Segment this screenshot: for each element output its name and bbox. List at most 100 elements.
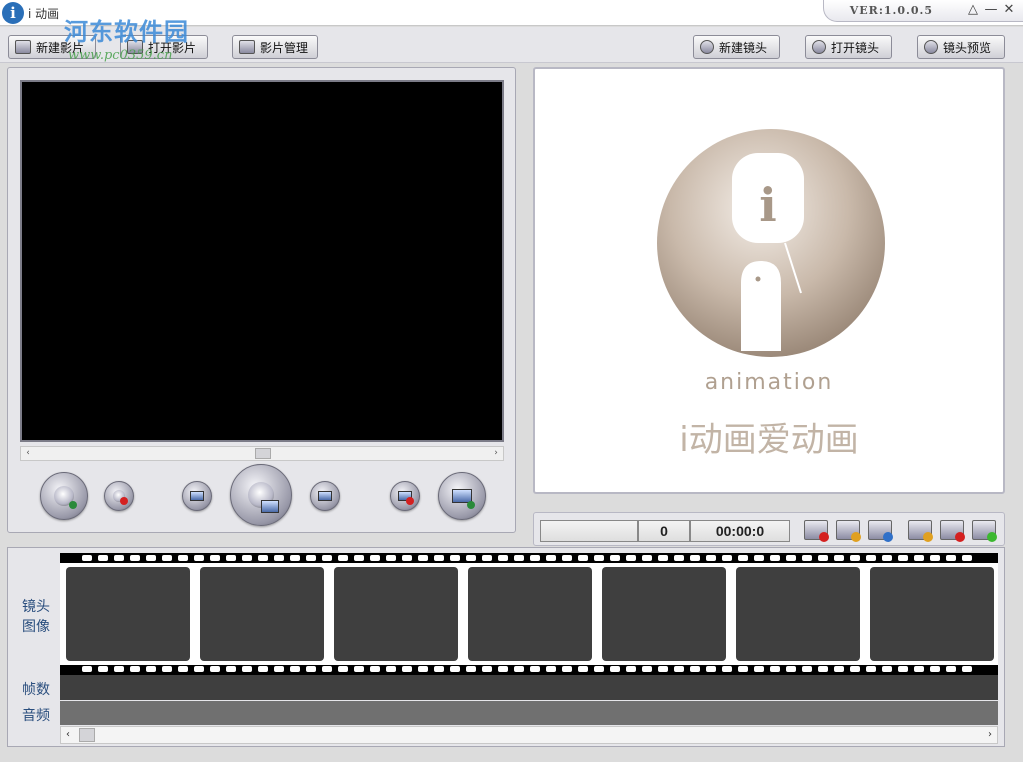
shot-frame[interactable] bbox=[66, 567, 190, 661]
app-icon: i bbox=[2, 2, 24, 24]
film-hole bbox=[258, 666, 268, 672]
logo-tagline: i动画爱动画 bbox=[679, 420, 858, 460]
screen-next-button[interactable] bbox=[310, 481, 340, 511]
shot-frame[interactable] bbox=[736, 567, 860, 661]
film-hole bbox=[594, 555, 604, 561]
shot-frame[interactable] bbox=[602, 567, 726, 661]
character-eye bbox=[755, 276, 761, 282]
film-hole bbox=[882, 666, 892, 672]
film-hole bbox=[498, 555, 508, 561]
film-hole bbox=[290, 555, 300, 561]
timeline-scroll-left[interactable]: ‹ bbox=[61, 727, 75, 743]
undo-button[interactable] bbox=[908, 520, 933, 542]
film-hole bbox=[642, 555, 652, 561]
film-hole bbox=[258, 555, 268, 561]
close-icon[interactable]: ✕ bbox=[1001, 2, 1017, 18]
film-hole bbox=[562, 555, 572, 561]
screen-prev-button[interactable] bbox=[182, 481, 212, 511]
film-perforation-bottom bbox=[60, 665, 998, 674]
film-hole bbox=[594, 666, 604, 672]
film-hole bbox=[754, 555, 764, 561]
film-hole bbox=[114, 666, 124, 672]
shot-frame[interactable] bbox=[334, 567, 458, 661]
film-hole bbox=[466, 666, 476, 672]
film-hole bbox=[850, 666, 860, 672]
film-hole bbox=[162, 666, 172, 672]
film-hole bbox=[418, 666, 428, 672]
film-hole bbox=[578, 666, 588, 672]
film-hole bbox=[898, 555, 908, 561]
film-hole bbox=[786, 555, 796, 561]
film-hole bbox=[210, 666, 220, 672]
logo-word: animation bbox=[705, 370, 834, 395]
film-hole bbox=[274, 666, 284, 672]
edit-frame-button[interactable] bbox=[868, 520, 893, 542]
title-tab: VER:1.0.0.5 △ — ✕ bbox=[823, 0, 1023, 22]
film-hole bbox=[530, 666, 540, 672]
delete-badge-icon bbox=[120, 497, 128, 505]
watermark-url: www.pc0359.cn bbox=[68, 48, 173, 63]
camera-export-button[interactable] bbox=[40, 472, 88, 520]
film-hole bbox=[834, 666, 844, 672]
timeline-scrollbar[interactable]: ‹ › bbox=[60, 726, 998, 744]
audio-track[interactable] bbox=[60, 701, 998, 725]
insert-frame-button[interactable] bbox=[836, 520, 861, 542]
status-bar: 0 00:00:0 bbox=[533, 512, 1005, 546]
shot-frame[interactable] bbox=[200, 567, 324, 661]
film-hole bbox=[338, 666, 348, 672]
open-shot-button[interactable]: 打开镜头 bbox=[805, 35, 892, 59]
film-hole bbox=[738, 666, 748, 672]
film-hole bbox=[866, 555, 876, 561]
manage-movie-label: 影片管理 bbox=[260, 40, 309, 55]
shot-frame[interactable] bbox=[870, 567, 994, 661]
delete-badge-icon bbox=[406, 497, 414, 505]
scroll-right-arrow[interactable]: › bbox=[489, 447, 503, 460]
film-hole bbox=[578, 555, 588, 561]
viewport-scrollbar[interactable]: ‹ › bbox=[20, 446, 504, 461]
preview-shot-button[interactable]: 镜头预览 bbox=[917, 35, 1005, 59]
camera-remove-button[interactable] bbox=[104, 481, 134, 511]
capture-panel: ‹ › bbox=[7, 67, 516, 533]
film-hole bbox=[690, 666, 700, 672]
film-hole bbox=[914, 666, 924, 672]
film-hole bbox=[802, 555, 812, 561]
film-hole bbox=[354, 666, 364, 672]
film-hole bbox=[914, 555, 924, 561]
screen-export-button[interactable] bbox=[438, 472, 486, 520]
film-hole bbox=[850, 555, 860, 561]
film-hole bbox=[194, 666, 204, 672]
capture-button[interactable] bbox=[230, 464, 292, 526]
pencil-icon bbox=[883, 532, 893, 542]
film-hole bbox=[770, 555, 780, 561]
film-hole bbox=[146, 666, 156, 672]
new-shot-button[interactable]: 新建镜头 bbox=[693, 35, 780, 59]
frames-track[interactable] bbox=[60, 675, 998, 700]
delete-badge-icon bbox=[819, 532, 829, 542]
film-hole bbox=[306, 555, 316, 561]
scroll-left-arrow[interactable]: ‹ bbox=[21, 447, 35, 460]
film-hole bbox=[226, 555, 236, 561]
film-hole bbox=[866, 666, 876, 672]
film-hole bbox=[434, 555, 444, 561]
filmstrip[interactable] bbox=[60, 553, 998, 675]
arrow-badge-icon bbox=[69, 501, 77, 509]
film-hole bbox=[770, 666, 780, 672]
clear-button[interactable] bbox=[940, 520, 965, 542]
scroll-thumb[interactable] bbox=[255, 448, 271, 459]
capture-screen-icon bbox=[261, 500, 279, 513]
screen-delete-button[interactable] bbox=[390, 481, 420, 511]
manage-movie-button[interactable]: 影片管理 bbox=[232, 35, 318, 59]
camera-icon bbox=[700, 40, 714, 54]
film-hole bbox=[642, 666, 652, 672]
shot-frame[interactable] bbox=[468, 567, 592, 661]
minimize-icon[interactable]: — bbox=[983, 2, 999, 18]
restore-icon[interactable]: △ bbox=[965, 2, 981, 18]
new-shot-label: 新建镜头 bbox=[719, 40, 768, 55]
timeline-scroll-thumb[interactable] bbox=[79, 728, 95, 742]
film-hole bbox=[882, 555, 892, 561]
film-hole bbox=[194, 555, 204, 561]
record-button[interactable] bbox=[972, 520, 997, 542]
film-hole bbox=[946, 666, 956, 672]
timeline-scroll-right[interactable]: › bbox=[983, 727, 997, 743]
delete-frame-button[interactable] bbox=[804, 520, 829, 542]
